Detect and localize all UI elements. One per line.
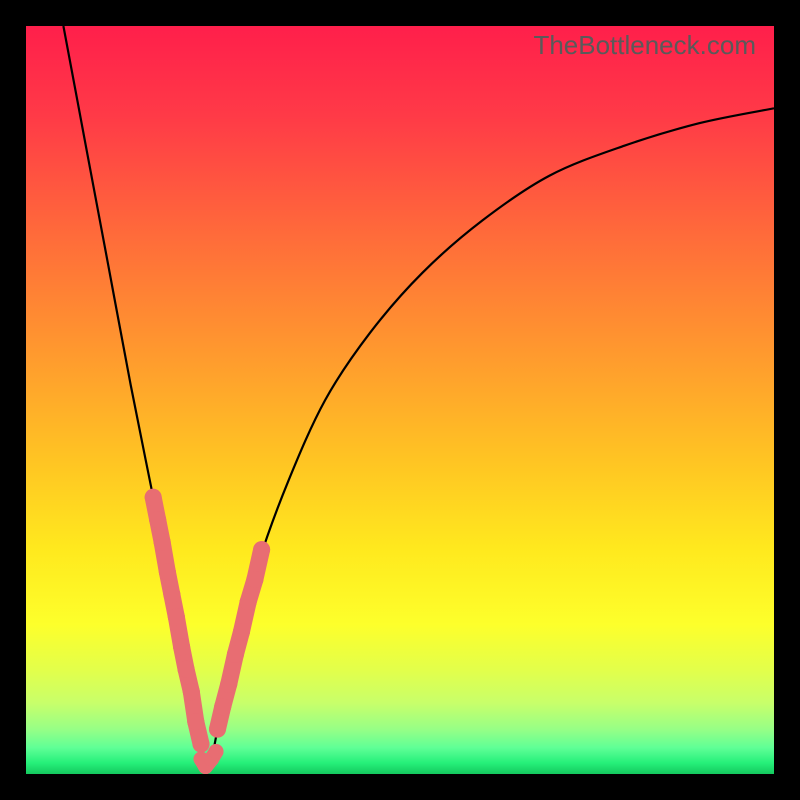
background-gradient [26, 26, 774, 774]
bead-dot [209, 721, 226, 738]
bead-dot [173, 638, 190, 655]
bead-dot [183, 683, 200, 700]
bead-dot [178, 661, 195, 678]
bead-dot [168, 608, 185, 625]
bead-dot [253, 541, 270, 558]
plot-area: TheBottleneck.com [26, 26, 774, 774]
bead-dot [227, 646, 244, 663]
bead-dot [220, 676, 237, 693]
bead-dot [154, 534, 171, 551]
chart-frame: TheBottleneck.com [0, 0, 800, 800]
bead-dot [214, 698, 231, 715]
bead-dot [233, 623, 250, 640]
bead-dot [208, 744, 223, 759]
bead-dot [240, 593, 257, 610]
bottleneck-chart [26, 26, 774, 774]
bead-dot [149, 511, 166, 528]
watermark-text: TheBottleneck.com [533, 30, 756, 61]
bead-dot [193, 736, 210, 753]
bead-dot [163, 586, 180, 603]
bead-dot [145, 489, 162, 506]
bead-dot [159, 564, 176, 581]
bead-dot [246, 571, 263, 588]
bead-dot [187, 713, 204, 730]
